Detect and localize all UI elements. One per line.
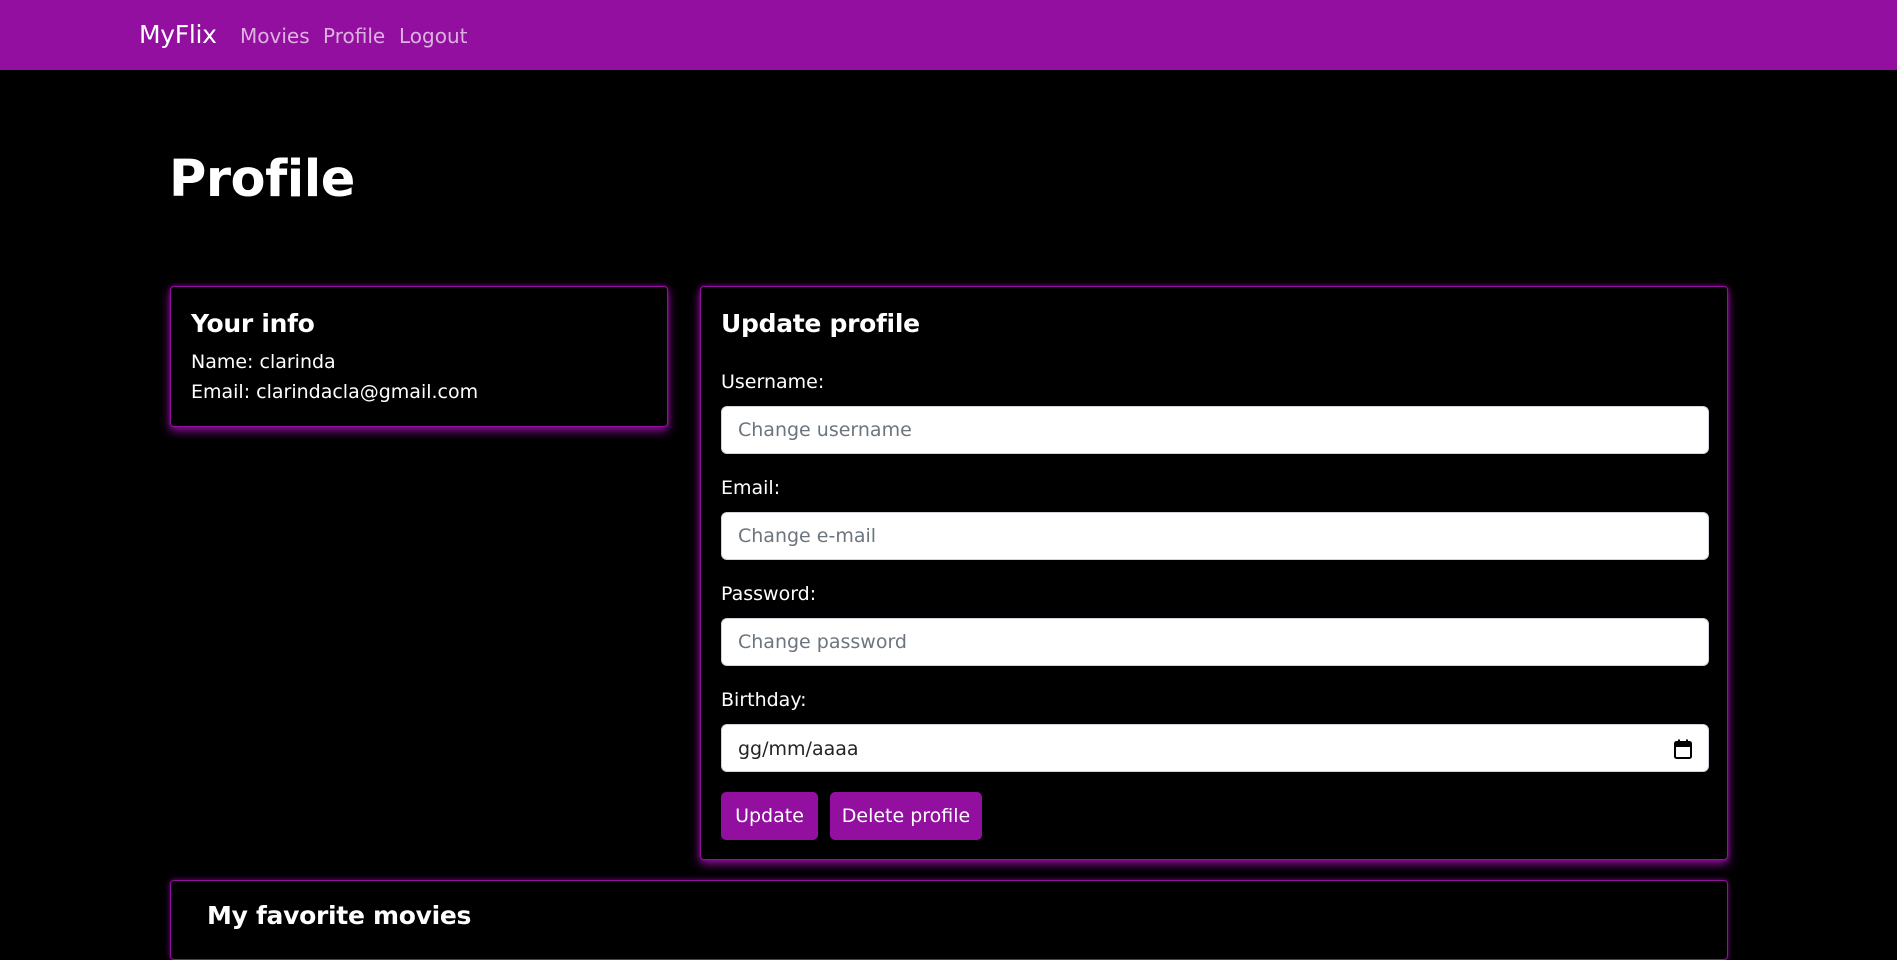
birthday-date-input[interactable]: gg/mm/aaaa xyxy=(721,724,1709,772)
username-input[interactable] xyxy=(721,406,1709,454)
username-label: Username: xyxy=(721,371,825,393)
update-profile-title: Update profile xyxy=(721,309,920,338)
email-label: Email: xyxy=(721,477,781,499)
favorite-movies-title: My favorite movies xyxy=(207,901,472,930)
page-title: Profile xyxy=(169,150,355,209)
email-input[interactable] xyxy=(721,512,1709,560)
update-button[interactable]: Update xyxy=(721,792,818,840)
password-label: Password: xyxy=(721,583,817,605)
birthday-date-placeholder: gg/mm/aaaa xyxy=(738,738,859,760)
calendar-icon[interactable] xyxy=(1674,739,1692,759)
delete-profile-button[interactable]: Delete profile xyxy=(830,792,982,840)
nav-link-logout[interactable]: Logout xyxy=(399,24,467,48)
navbar: MyFlix Movies Profile Logout xyxy=(0,0,1897,70)
nav-link-profile[interactable]: Profile xyxy=(323,24,385,48)
update-profile-card: Update profile Username: Email: Password… xyxy=(700,286,1728,860)
user-name-text: Name: clarinda xyxy=(191,351,336,373)
your-info-card: Your info Name: clarinda Email: clarinda… xyxy=(170,286,668,427)
favorite-movies-card: My favorite movies xyxy=(170,880,1728,960)
brand-logo[interactable]: MyFlix xyxy=(139,20,217,50)
password-input[interactable] xyxy=(721,618,1709,666)
nav-link-movies[interactable]: Movies xyxy=(240,24,310,48)
your-info-title: Your info xyxy=(191,309,315,338)
user-email-text: Email: clarindacla@gmail.com xyxy=(191,381,479,403)
birthday-label: Birthday: xyxy=(721,689,807,711)
